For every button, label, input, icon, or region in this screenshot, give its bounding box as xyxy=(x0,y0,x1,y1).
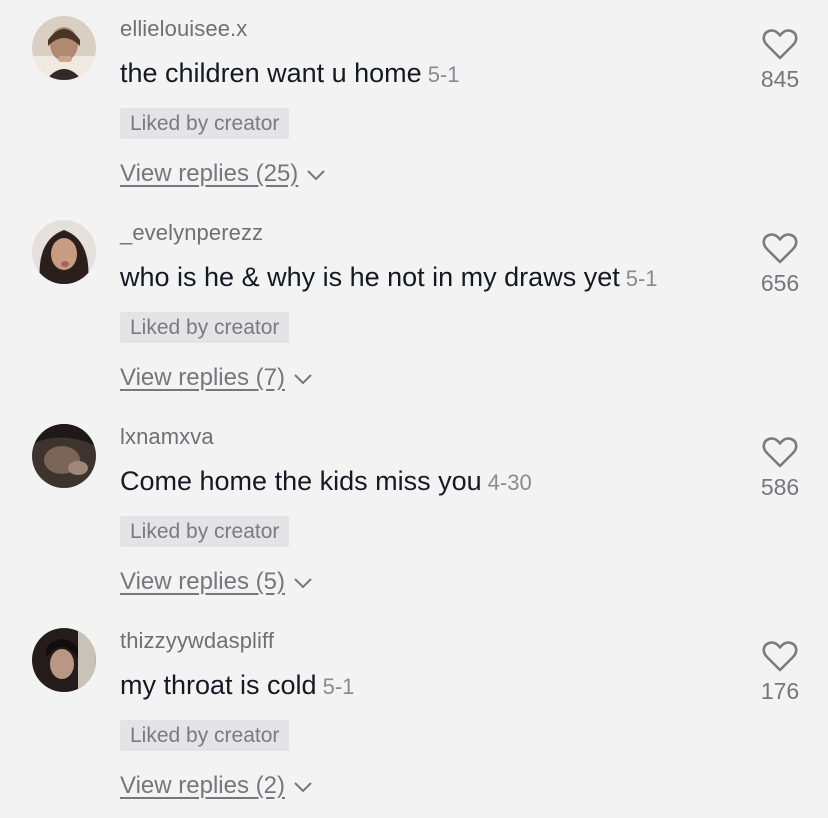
comment-item: lxnamxva Come home the kids miss you 4-30… xyxy=(0,408,828,612)
heart-icon[interactable] xyxy=(762,640,798,672)
comment-date: 5-1 xyxy=(427,62,460,87)
username[interactable]: _evelynperezz xyxy=(120,220,263,246)
comment-body: Come home the kids miss you xyxy=(120,466,482,496)
comment-text: the children want u home 5-1 xyxy=(120,58,459,89)
like-count: 656 xyxy=(760,270,800,296)
chevron-down-icon[interactable] xyxy=(306,160,326,188)
avatar[interactable] xyxy=(32,424,96,488)
username[interactable]: lxnamxva xyxy=(120,424,214,450)
view-replies-button[interactable]: View replies (5) xyxy=(120,568,313,596)
liked-by-creator-badge: Liked by creator xyxy=(120,720,290,751)
comment-body: who is he & why is he not in my draws ye… xyxy=(120,262,620,292)
chevron-down-icon[interactable] xyxy=(293,772,313,800)
avatar[interactable] xyxy=(32,16,96,80)
comment-text: Come home the kids miss you 4-30 xyxy=(120,466,532,497)
view-replies-button[interactable]: View replies (7) xyxy=(120,364,313,392)
username[interactable]: ellielouisee.x xyxy=(120,16,247,42)
avatar[interactable] xyxy=(32,628,96,692)
like-control[interactable]: 656 xyxy=(740,232,820,297)
comment-body: my throat is cold xyxy=(120,670,317,700)
comment-item: thizzyywdaspliff my throat is cold 5-1 Li… xyxy=(0,612,828,816)
like-count: 176 xyxy=(760,678,800,704)
comment-date: 5-1 xyxy=(322,674,355,699)
comment-item: _evelynperezz who is he & why is he not … xyxy=(0,204,828,408)
comment-item: ellielouisee.x the children want u home 5… xyxy=(0,0,828,204)
comment-text: who is he & why is he not in my draws ye… xyxy=(120,262,658,293)
liked-by-creator-badge: Liked by creator xyxy=(120,516,290,547)
liked-by-creator-badge: Liked by creator xyxy=(120,108,290,139)
chevron-down-icon[interactable] xyxy=(293,364,313,392)
view-replies-label[interactable]: View replies (2) xyxy=(120,772,285,800)
chevron-down-icon[interactable] xyxy=(293,568,313,596)
username[interactable]: thizzyywdaspliff xyxy=(120,628,274,654)
heart-icon[interactable] xyxy=(762,436,798,468)
like-control[interactable]: 845 xyxy=(740,28,820,93)
comment-body: the children want u home xyxy=(120,58,422,88)
like-count: 845 xyxy=(760,66,800,92)
heart-icon[interactable] xyxy=(762,28,798,60)
like-count: 586 xyxy=(760,474,800,500)
view-replies-label[interactable]: View replies (7) xyxy=(120,364,285,392)
like-control[interactable]: 176 xyxy=(740,640,820,705)
avatar[interactable] xyxy=(32,220,96,284)
view-replies-button[interactable]: View replies (25) xyxy=(120,160,326,188)
comment-text: my throat is cold 5-1 xyxy=(120,670,354,701)
view-replies-label[interactable]: View replies (25) xyxy=(120,160,298,188)
view-replies-label[interactable]: View replies (5) xyxy=(120,568,285,596)
heart-icon[interactable] xyxy=(762,232,798,264)
view-replies-button[interactable]: View replies (2) xyxy=(120,772,313,800)
liked-by-creator-badge: Liked by creator xyxy=(120,312,290,343)
like-control[interactable]: 586 xyxy=(740,436,820,501)
comment-date: 5-1 xyxy=(625,266,658,291)
comment-date: 4-30 xyxy=(487,470,532,495)
